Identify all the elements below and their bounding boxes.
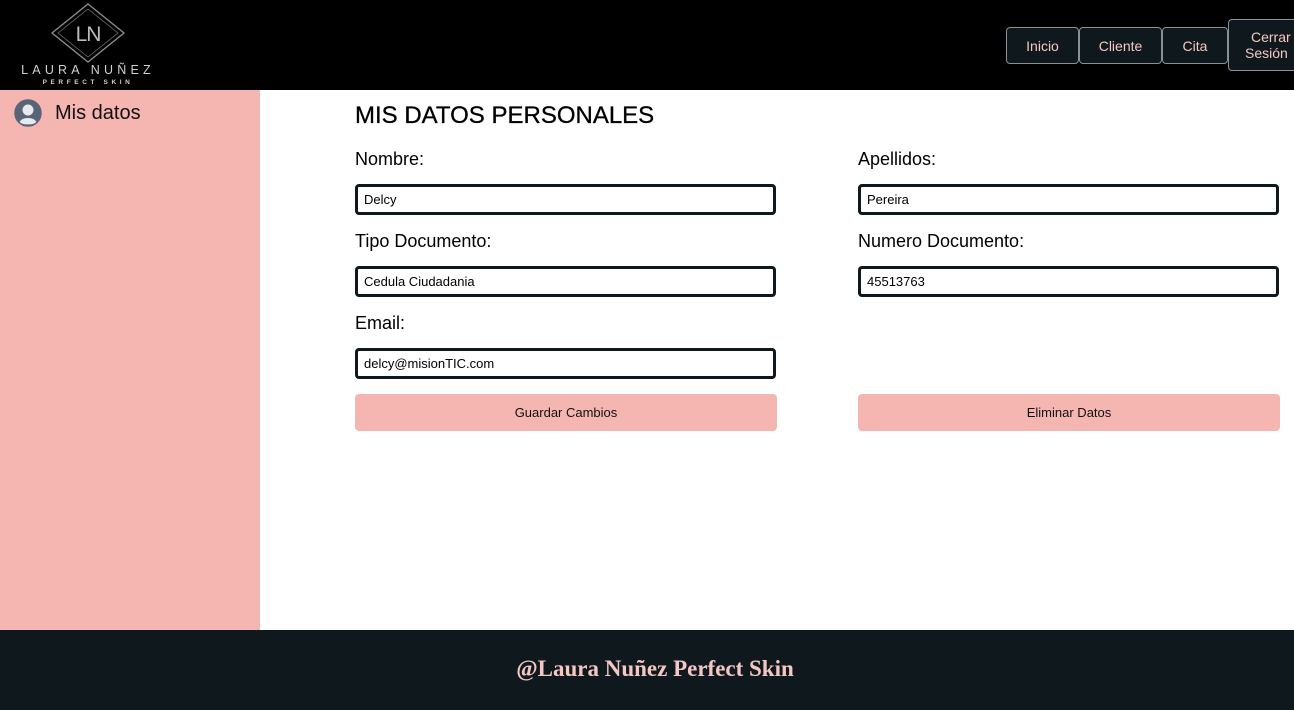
nav-inicio-button[interactable]: Inicio	[1006, 27, 1079, 64]
tipo-documento-label: Tipo Documento:	[355, 231, 492, 251]
sidebar-item-mis-datos[interactable]: Mis datos	[14, 98, 141, 128]
email-input[interactable]	[355, 348, 776, 379]
nombre-input[interactable]	[355, 184, 776, 215]
nav-cliente-label: Cliente	[1098, 37, 1143, 54]
header: LN LAURA NUÑEZ PERFECT SKIN Inicio Clien…	[0, 0, 1294, 90]
apellidos-label: Apellidos:	[858, 149, 937, 169]
nav-inicio-label: Inicio	[1026, 37, 1059, 54]
user-avatar-icon	[14, 99, 42, 127]
email-label: Email:	[355, 313, 406, 333]
top-nav: Inicio Cliente Cita Cerrar Sesión	[0, 0, 1294, 90]
nav-cerrar-label-line1: Cerrar	[1251, 29, 1291, 45]
sidebar-item-label: Mis datos	[55, 101, 141, 124]
numero-documento-label: Numero Documento:	[858, 231, 1025, 251]
page-title: MIS DATOS PERSONALES	[355, 102, 655, 129]
footer: @Laura Nuñez Perfect Skin	[0, 630, 1294, 710]
nav-cita-button[interactable]: Cita	[1162, 27, 1228, 64]
sidebar: Mis datos	[0, 90, 260, 630]
footer-copyright: @Laura Nuñez Perfect Skin	[516, 656, 794, 681]
nav-cerrar-label-line2: Sesión	[1245, 45, 1288, 61]
nav-cliente-button[interactable]: Cliente	[1079, 27, 1162, 64]
apellidos-input[interactable]	[858, 184, 1279, 215]
nav-cita-label: Cita	[1182, 37, 1208, 54]
eliminar-datos-button[interactable]: Eliminar Datos	[858, 394, 1280, 431]
guardar-cambios-button[interactable]: Guardar Cambios	[355, 394, 777, 431]
nombre-label: Nombre:	[355, 149, 425, 169]
tipo-documento-input[interactable]	[355, 266, 776, 297]
numero-documento-input[interactable]	[858, 266, 1279, 297]
nav-cerrar-sesion-button[interactable]: Cerrar Sesión	[1228, 19, 1294, 71]
main-content: MIS DATOS PERSONALES Nombre: Apellidos: …	[260, 90, 1294, 630]
